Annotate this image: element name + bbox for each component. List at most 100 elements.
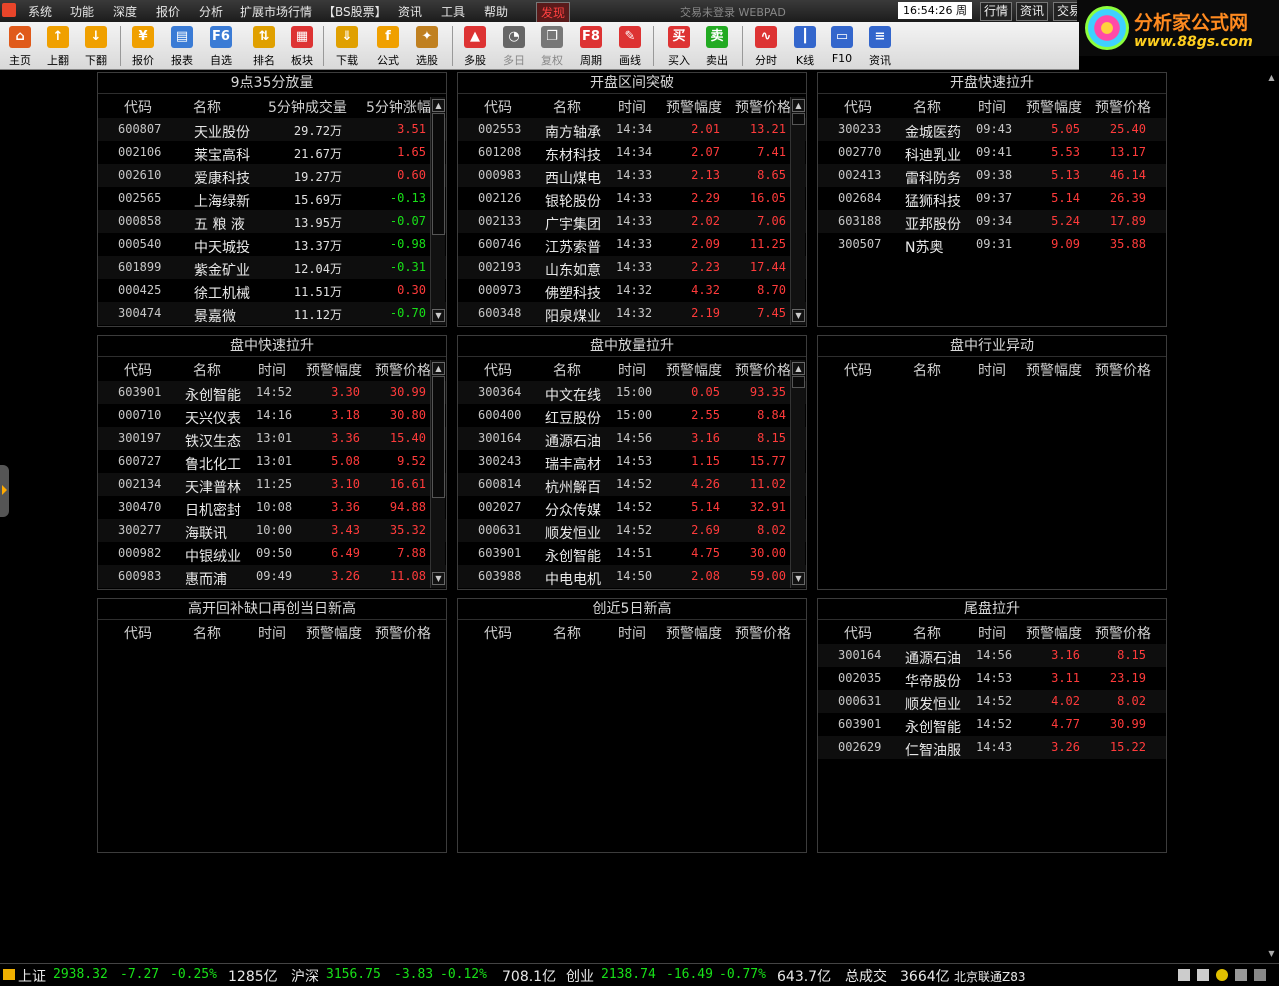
scroll-thumb[interactable] — [792, 113, 805, 125]
table-row[interactable]: 300197 铁汉生态 13:01 3.36 15.40 — [98, 427, 446, 450]
table-row[interactable]: 000425 徐工机械 11.51万 0.30 — [98, 279, 446, 302]
tab-market[interactable]: 行情 — [980, 2, 1013, 21]
menu-function[interactable]: 功能 — [70, 3, 94, 20]
message-icon[interactable] — [1178, 969, 1190, 981]
column-header[interactable]: 代码 — [124, 360, 152, 380]
toolbar-buy-button[interactable]: 买买入 — [660, 24, 698, 68]
table-row[interactable]: 002035 华帝股份 14:53 3.11 23.19 — [818, 667, 1166, 690]
table-row[interactable]: 300243 瑞丰高材 14:53 1.15 15.77 — [458, 450, 806, 473]
table-row[interactable]: 600727 鲁北化工 13:01 5.08 9.52 — [98, 450, 446, 473]
column-header[interactable]: 预警价格 — [1095, 360, 1151, 380]
table-row[interactable]: 603901 永创智能 14:51 4.75 30.00 — [458, 542, 806, 565]
toolbar-sell-button[interactable]: 卖卖出 — [698, 24, 736, 68]
column-header[interactable]: 名称 — [913, 623, 941, 643]
table-row[interactable]: 000858 五 粮 液 13.95万 -0.07 — [98, 210, 446, 233]
menu-system[interactable]: 系统 — [28, 3, 52, 20]
column-header[interactable]: 预警幅度 — [666, 360, 722, 380]
scroll-up-icon[interactable]: ▲ — [792, 362, 805, 375]
table-row[interactable]: 002770 科迪乳业 09:41 5.53 13.17 — [818, 141, 1166, 164]
table-row[interactable]: 600807 天业股份 29.72万 3.51 — [98, 118, 446, 141]
table-row[interactable]: 002106 莱宝高科 21.67万 1.65 — [98, 141, 446, 164]
toolbar-home-button[interactable]: ⌂ 主页 — [1, 24, 39, 68]
column-header[interactable]: 代码 — [484, 360, 512, 380]
column-header[interactable]: 名称 — [553, 623, 581, 643]
column-header[interactable]: 代码 — [124, 623, 152, 643]
column-header[interactable]: 预警价格 — [375, 360, 431, 380]
table-row[interactable]: 002193 山东如意 14:33 2.23 17.44 — [458, 256, 806, 279]
column-header[interactable]: 名称 — [913, 360, 941, 380]
menu-analysis[interactable]: 分析 — [199, 3, 223, 20]
table-row[interactable]: 300233 金城医药 09:43 5.05 25.40 — [818, 118, 1166, 141]
column-header[interactable]: 预警价格 — [1095, 97, 1151, 117]
scroll-thumb[interactable] — [432, 376, 445, 498]
scroll-down-icon[interactable]: ▼ — [792, 309, 805, 322]
scroll-up-icon[interactable]: ▲ — [792, 99, 805, 112]
menu-help[interactable]: 帮助 — [484, 3, 508, 20]
scroll-down-icon[interactable]: ▼ — [432, 572, 445, 585]
toolbar-kline-button[interactable]: ┃ K线 — [786, 24, 824, 68]
column-header[interactable]: 时间 — [618, 360, 646, 380]
notepad-icon[interactable] — [1197, 969, 1209, 981]
table-row[interactable]: 300164 通源石油 14:56 3.16 8.15 — [458, 427, 806, 450]
column-header[interactable]: 时间 — [978, 623, 1006, 643]
tools-icon[interactable] — [1235, 969, 1247, 981]
toolbar-blocks-button[interactable]: ▦ 板块 — [283, 24, 321, 68]
toolbar-restore-button[interactable]: ❐ 复权 — [533, 24, 571, 68]
table-row[interactable]: 002684 猛狮科技 09:37 5.14 26.39 — [818, 187, 1166, 210]
table-row[interactable]: 002413 雷科防务 09:38 5.13 46.14 — [818, 164, 1166, 187]
toolbar-f8-button[interactable]: F8 周期 — [572, 24, 610, 68]
table-row[interactable]: 300470 日机密封 10:08 3.36 94.88 — [98, 496, 446, 519]
table-row[interactable]: 600400 红豆股份 15:00 2.55 8.84 — [458, 404, 806, 427]
toolbar-news-button[interactable]: ≡ 资讯 — [861, 24, 899, 68]
toolbar-download-button[interactable]: ⇓ 下载 — [328, 24, 366, 68]
table-row[interactable]: 600983 惠而浦 09:49 3.26 11.08 — [98, 565, 446, 588]
toolbar-rank-button[interactable]: ⇅ 排名 — [245, 24, 283, 68]
toolbar-f10-button[interactable]: ▭ F10 — [823, 24, 861, 68]
column-header[interactable]: 预警价格 — [735, 623, 791, 643]
panel-scrollbar[interactable]: ▲ ▼ — [790, 360, 805, 588]
table-row[interactable]: 000631 顺发恒业 14:52 2.69 8.02 — [458, 519, 806, 542]
toolbar-arrow-up-button[interactable]: ↑ 上翻 — [39, 24, 77, 68]
table-row[interactable]: 002629 仁智油服 14:43 3.26 15.22 — [818, 736, 1166, 759]
column-header[interactable]: 预警幅度 — [306, 360, 362, 380]
menu-ext-market[interactable]: 扩展市场行情 — [240, 3, 312, 20]
table-row[interactable]: 000710 天兴仪表 14:16 3.18 30.80 — [98, 404, 446, 427]
table-row[interactable]: 603901 永创智能 14:52 4.77 30.99 — [818, 713, 1166, 736]
column-header[interactable]: 预警幅度 — [306, 623, 362, 643]
table-row[interactable]: 002126 银轮股份 14:33 2.29 16.05 — [458, 187, 806, 210]
scroll-up-icon[interactable]: ▲ — [432, 99, 445, 112]
toolbar-multi-stock-button[interactable]: ▲ 多股 — [456, 24, 494, 68]
column-header[interactable]: 名称 — [193, 623, 221, 643]
table-row[interactable]: 600348 阳泉煤业 14:32 2.19 7.45 — [458, 302, 806, 325]
column-header[interactable]: 代码 — [124, 97, 152, 117]
table-row[interactable]: 601899 紫金矿业 12.04万 -0.31 — [98, 256, 446, 279]
column-header[interactable]: 时间 — [258, 360, 286, 380]
menu-tools[interactable]: 工具 — [441, 3, 465, 20]
table-row[interactable]: 603988 中电电机 14:50 2.08 59.00 — [458, 565, 806, 588]
table-row[interactable]: 000540 中天城投 13.37万 -0.98 — [98, 233, 446, 256]
toolbar-f6-button[interactable]: F6 自选 — [202, 24, 240, 68]
table-row[interactable]: 300474 景嘉微 11.12万 -0.70 — [98, 302, 446, 325]
table-row[interactable]: 002133 广宇集团 14:33 2.02 7.06 — [458, 210, 806, 233]
main-scrollbar[interactable]: ▲ ▼ — [1265, 70, 1278, 963]
table-row[interactable]: 002565 上海绿新 15.69万 -0.13 — [98, 187, 446, 210]
scroll-up-icon[interactable]: ▲ — [1266, 72, 1277, 83]
toolbar-intraday-button[interactable]: ∿ 分时 — [747, 24, 785, 68]
column-header[interactable]: 预警价格 — [1095, 623, 1151, 643]
column-header[interactable]: 5分钟成交量 — [268, 97, 347, 117]
status-flag-icon[interactable] — [3, 969, 15, 980]
column-header[interactable]: 时间 — [258, 623, 286, 643]
table-row[interactable]: 300164 通源石油 14:56 3.16 8.15 — [818, 644, 1166, 667]
toolbar-formula-button[interactable]: f 公式 — [369, 24, 407, 68]
scroll-down-icon[interactable]: ▼ — [792, 572, 805, 585]
scroll-down-icon[interactable]: ▼ — [432, 309, 445, 322]
column-header[interactable]: 时间 — [978, 97, 1006, 117]
column-header[interactable]: 时间 — [618, 97, 646, 117]
column-header[interactable]: 名称 — [193, 97, 221, 117]
menu-quote[interactable]: 报价 — [156, 3, 180, 20]
column-header[interactable]: 代码 — [484, 623, 512, 643]
column-header[interactable]: 名称 — [913, 97, 941, 117]
toolbar-clock-button[interactable]: ◔ 多日 — [495, 24, 533, 68]
toolbar-report-button[interactable]: ▤ 报表 — [163, 24, 201, 68]
column-header[interactable]: 预警幅度 — [666, 623, 722, 643]
